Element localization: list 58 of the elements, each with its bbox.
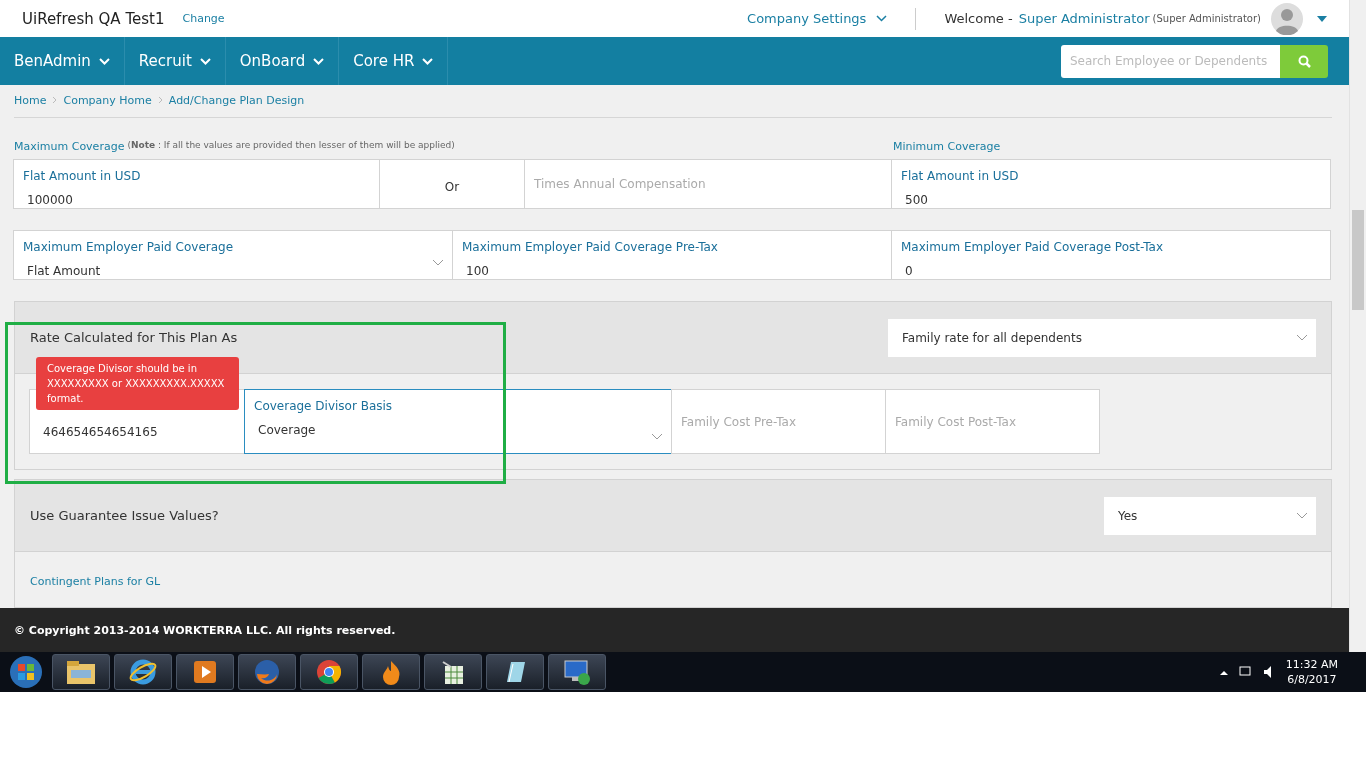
browser-e-icon[interactable]	[128, 657, 158, 687]
chevron-down-icon	[313, 57, 325, 65]
error-tooltip: Coverage Divisor should be in XXXXXXXXX or XXXXXXXXX.XXXXX format.	[36, 357, 239, 411]
note-text: (Note : If all the values are provided then lesser of them will be applied)	[127, 139, 455, 152]
media-player-icon[interactable]	[191, 658, 219, 686]
company-name: UiRefresh QA Test1	[22, 9, 165, 28]
input-field[interactable]: Family Cost Post-Tax	[885, 389, 1100, 455]
chevron-down-icon	[651, 433, 663, 442]
nav-menu-item[interactable]: OnBoard	[225, 37, 340, 85]
maximum-coverage-label: Maximum Coverage	[14, 139, 125, 153]
nav-menu-item[interactable]: BenAdmin	[0, 37, 125, 85]
company-settings-menu[interactable]: Company Settings	[747, 11, 867, 26]
fox-globe-icon[interactable]	[253, 658, 281, 686]
nav-menu-item[interactable]: Core HR	[339, 37, 449, 85]
chevron-down-icon	[876, 15, 888, 22]
input-field[interactable]: Maximum Employer Paid Coverage Post-Tax 0	[891, 229, 1331, 281]
breadcrumb-link[interactable]: Home	[14, 93, 47, 107]
chevron-right-icon	[157, 96, 163, 104]
clock-date: 6/8/2017	[1287, 672, 1337, 687]
or-text: Or	[379, 158, 525, 209]
chevron-down-icon	[1296, 333, 1308, 342]
remote-desktop-icon[interactable]	[562, 658, 592, 686]
select-field[interactable]: Yes	[1104, 496, 1316, 535]
rate-label: Rate Calculated for This Plan As	[30, 330, 238, 346]
breadcrumb-link[interactable]: Add/Change Plan Design	[168, 93, 305, 107]
contingent-plans-link[interactable]: Contingent Plans for GL	[30, 575, 161, 588]
user-name-link[interactable]: Super Administrator	[1018, 11, 1150, 26]
input-field[interactable]: Family Cost Pre-Tax	[671, 389, 886, 455]
search-button[interactable]	[1280, 44, 1328, 78]
input-field[interactable]: Times Annual Compensation	[524, 158, 892, 209]
select-field[interactable]: Coverage Divisor Basis Coverage	[244, 389, 672, 455]
select-field[interactable]: Maximum Employer Paid Coverage Flat Amount	[13, 229, 453, 281]
guarantee-label: Use Guarantee Issue Values?	[30, 508, 219, 523]
welcome-text: Welcome -	[944, 11, 1013, 26]
copyright-text: © Copyright 2013-2014 WORKTERRA LLC. All rights reserved.	[0, 608, 1349, 652]
search-icon	[1297, 54, 1311, 68]
folder-icon[interactable]	[65, 658, 97, 686]
chevron-down-icon	[1296, 511, 1308, 520]
chevron-down-icon	[432, 259, 444, 268]
minimum-coverage-label: Minimum Coverage	[893, 139, 1001, 153]
change-link[interactable]: Change	[182, 12, 225, 25]
chevron-down-icon	[422, 57, 434, 65]
chrome-icon[interactable]	[315, 658, 343, 686]
search-field[interactable]: Search Employee or Dependents	[1061, 44, 1280, 78]
breadcrumb-link[interactable]: Company Home	[63, 93, 152, 107]
avatar-icon[interactable]	[1271, 2, 1303, 35]
input-field[interactable]: Flat Amount in USD 100000	[13, 158, 380, 209]
input-field[interactable]: Maximum Employer Paid Coverage Pre-Tax 100	[452, 229, 892, 281]
chevron-down-icon	[199, 57, 211, 65]
chevron-down-icon	[98, 57, 110, 65]
clock-time: 11:32 AM	[1285, 657, 1338, 672]
nav-menu-item[interactable]: Recruit	[124, 37, 226, 85]
caret-down-icon[interactable]	[1317, 15, 1327, 22]
select-field[interactable]: Family rate for all dependents	[888, 318, 1316, 357]
chevron-right-icon	[52, 96, 58, 104]
scrollbar[interactable]	[1349, 0, 1366, 652]
user-role: (Super Administrator)	[1152, 13, 1261, 24]
input-field[interactable]: Flat Amount in USD 500	[891, 158, 1331, 209]
